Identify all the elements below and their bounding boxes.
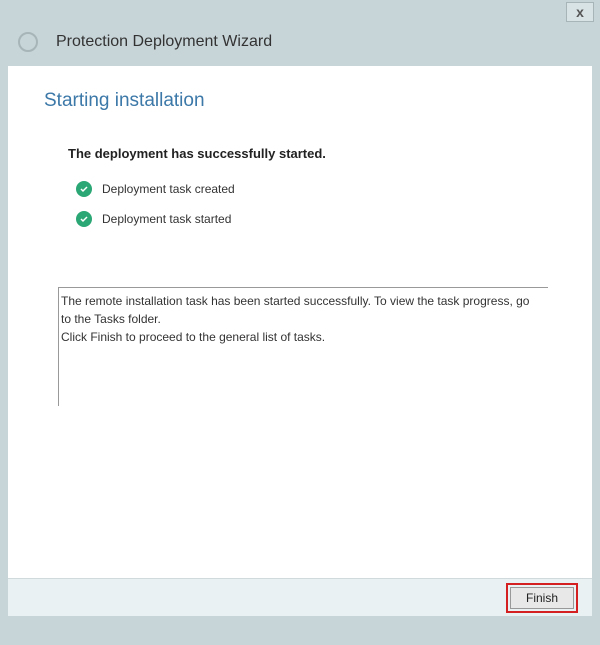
details-line: The remote installation task has been st… [61,292,542,328]
header-bar: Protection Deployment Wizard [0,24,600,66]
status-heading: The deployment has successfully started. [68,146,560,161]
titlebar: x [0,0,600,24]
status-text: Deployment task started [102,212,231,226]
details-box: The remote installation task has been st… [58,287,548,406]
status-text: Deployment task created [102,182,235,196]
status-item: Deployment task started [76,211,560,227]
close-button[interactable]: x [566,2,594,22]
finish-button[interactable]: Finish [510,587,574,609]
details-line: Click Finish to proceed to the general l… [61,328,542,346]
button-bar: Finish [8,578,592,616]
content-panel: Starting installation The deployment has… [8,66,592,578]
status-list: Deployment task created Deployment task … [76,181,560,227]
close-icon: x [576,4,584,20]
finish-highlight: Finish [506,583,578,613]
status-item: Deployment task created [76,181,560,197]
check-icon [76,181,92,197]
check-icon [76,211,92,227]
section-title: Starting installation [44,90,560,112]
window-title: Protection Deployment Wizard [56,33,272,51]
wizard-icon [18,32,38,52]
